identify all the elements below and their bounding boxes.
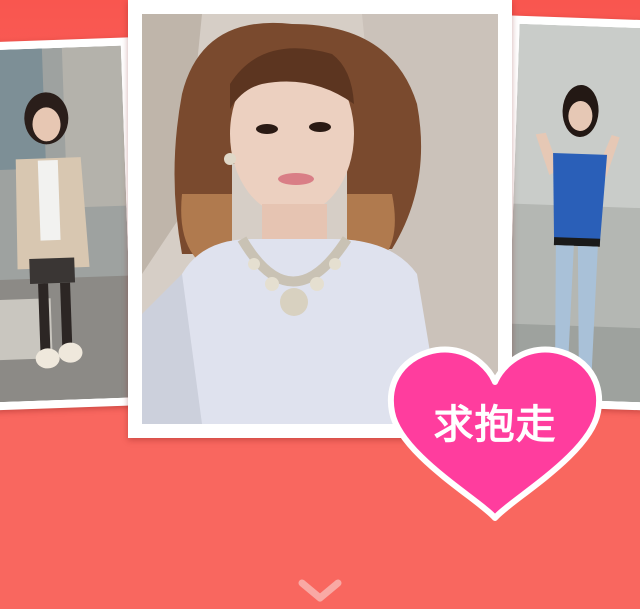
chevron-down-icon[interactable] — [296, 578, 344, 604]
heart-badge-label: 求抱走 — [433, 402, 557, 448]
heart-badge-button[interactable]: 求抱走 — [380, 340, 610, 525]
photo-woman-blazer — [0, 45, 134, 403]
photo-card-left[interactable] — [0, 37, 142, 411]
